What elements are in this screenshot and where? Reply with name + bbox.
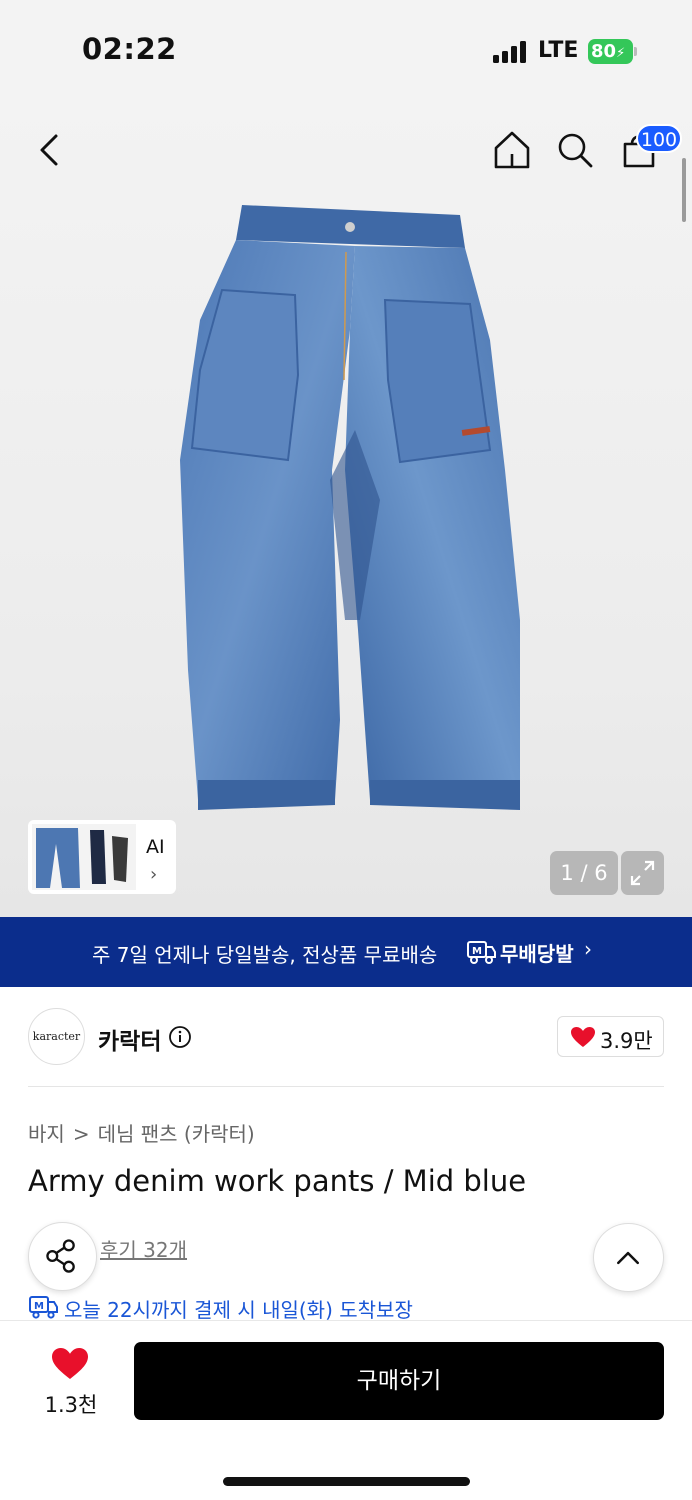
review-link[interactable]: 후기 32개: [100, 1234, 187, 1263]
brand-like-count: 3.9만: [600, 1029, 653, 1053]
svg-text:M: M: [472, 946, 482, 957]
share-icon: [46, 1239, 75, 1273]
heart-icon[interactable]: [51, 1347, 89, 1381]
chevron-right-icon: ›: [150, 864, 158, 885]
expand-button[interactable]: [621, 851, 664, 895]
delivery-truck-icon: M: [29, 1296, 58, 1319]
back-icon[interactable]: [30, 128, 70, 172]
battery-tip: [634, 47, 637, 56]
brand-logo-text: karacter: [32, 1030, 81, 1043]
banner-brand: 무배당발: [500, 942, 574, 966]
heart-icon: [571, 1027, 595, 1047]
brand-logo[interactable]: karacter: [28, 1008, 85, 1065]
signal-icon: [493, 41, 527, 63]
breadcrumb-category[interactable]: 바지: [28, 1122, 65, 1146]
scroll-top-button[interactable]: [593, 1223, 664, 1292]
divider: [28, 1086, 664, 1087]
expand-icon: [630, 860, 655, 886]
status-time: 02:22: [82, 32, 177, 66]
product-image: [180, 205, 520, 810]
chevron-up-icon: [617, 1251, 639, 1265]
home-indicator: [223, 1477, 470, 1486]
product-gallery[interactable]: 100 AI › 1 / 6: [0, 100, 692, 917]
breadcrumb-separator: >: [72, 1122, 90, 1146]
bottom-action-bar: 1.3천 구매하기: [0, 1320, 692, 1500]
home-icon[interactable]: [492, 128, 532, 172]
status-bar: 02:22 LTE 80⚡: [0, 0, 692, 100]
breadcrumb-subcategory[interactable]: 데님 팬츠 (카락터): [98, 1122, 255, 1146]
banner-text: 주 7일 언제나 당일발송, 전상품 무료배송: [92, 943, 438, 967]
svg-text:M: M: [34, 1301, 44, 1312]
share-button[interactable]: [28, 1222, 97, 1291]
delivery-truck-icon: M: [467, 941, 496, 964]
delivery-guarantee-text: 오늘 22시까지 결제 시 내일(화) 도착보장: [64, 1298, 413, 1322]
thumbnail-image: [32, 824, 136, 890]
breadcrumb: 바지 > 데님 팬츠 (카락터): [28, 1118, 255, 1147]
brand-like-button[interactable]: 3.9만: [557, 1016, 664, 1057]
product-title: Army denim work pants / Mid blue: [28, 1164, 527, 1198]
scroll-indicator: [682, 158, 686, 222]
buy-button[interactable]: 구매하기: [134, 1342, 664, 1420]
free-shipping-banner[interactable]: 주 7일 언제나 당일발송, 전상품 무료배송 M 무배당발 ›: [0, 917, 692, 987]
network-type: LTE: [538, 38, 579, 63]
page-counter: 1 / 6: [550, 851, 618, 895]
cart-count-badge: 100: [636, 124, 682, 153]
brand-name[interactable]: 카락터: [98, 1022, 161, 1056]
battery-level: 80: [591, 41, 617, 62]
ai-label: AI: [146, 836, 165, 858]
info-icon[interactable]: [168, 1025, 192, 1049]
search-icon[interactable]: [555, 128, 595, 172]
chevron-right-icon: ›: [584, 937, 592, 961]
wish-count: 1.3천: [44, 1393, 98, 1417]
battery-icon: 80⚡: [588, 39, 633, 64]
